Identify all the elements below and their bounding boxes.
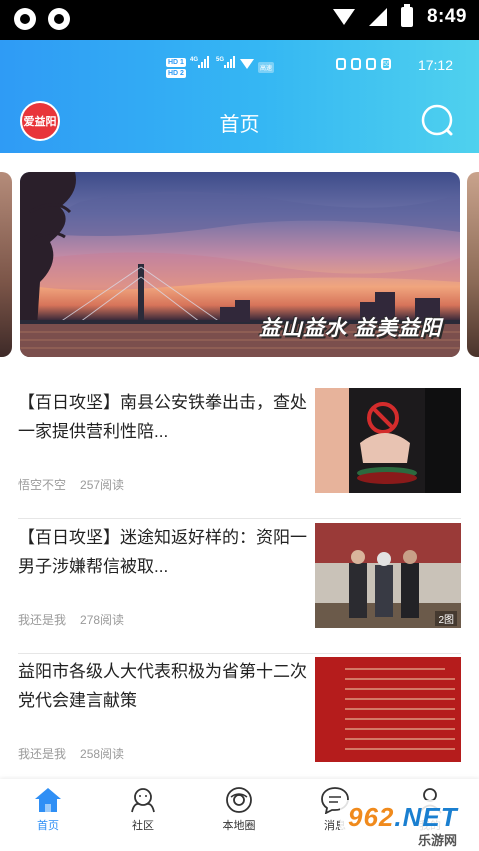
news-thumbnail[interactable] <box>315 657 461 762</box>
news-divider <box>18 653 461 654</box>
inner-status-bar: HD 1 HD 2 4G 5G 高速 55 17:12 <box>0 52 479 78</box>
page-title: 首页 <box>219 114 260 136</box>
sim1-badge: HD 1 <box>166 58 186 67</box>
wifi-icon <box>240 59 254 69</box>
alarm-icon <box>336 58 346 70</box>
news-meta: 悟空不空 257阅读 <box>18 476 124 493</box>
watermark-main: 962.NET <box>348 802 458 833</box>
watermark-sub: 乐游网 <box>418 833 458 848</box>
community-icon <box>131 788 155 813</box>
tab-label: 首页 <box>37 820 59 832</box>
system-status-bar: 8:49 <box>0 0 479 40</box>
status-time: 8:49 <box>426 6 467 27</box>
battery-icon <box>400 4 413 27</box>
inner-system-icons: 55 <box>336 58 391 70</box>
news-thumbnail[interactable] <box>315 388 461 493</box>
news-author: 我还是我 <box>18 747 67 761</box>
sync-icon <box>48 8 70 30</box>
home-icon <box>35 788 61 812</box>
watermark-suffix: .NET <box>394 802 458 832</box>
app-header: HD 1 HD 2 4G 5G 高速 55 17:12 爱益阳 首页 <box>0 40 479 153</box>
news-divider <box>18 518 461 519</box>
news-reads: 258阅读 <box>80 747 125 761</box>
news-meta: 我还是我 278阅读 <box>18 611 124 628</box>
inner-time: 17:12 <box>417 57 453 73</box>
news-thumbnail[interactable]: 2图 <box>315 523 461 628</box>
cell-signal-icon <box>368 8 387 26</box>
bluetooth-icon <box>351 58 361 70</box>
banner-next-slide[interactable] <box>467 172 479 357</box>
sync-icon <box>14 8 36 30</box>
banner-caption: 益山益水 益美益阳 <box>259 317 442 340</box>
news-title[interactable]: 【百日攻坚】南县公安铁拳出击，查处一家提供营利性陪... <box>18 388 308 446</box>
image-count-badge: 2图 <box>435 611 457 626</box>
banner-slide[interactable]: 益山益水 益美益阳 <box>20 172 460 357</box>
tab-local-circle[interactable]: 本地圈 <box>199 784 279 844</box>
status-left-icons <box>14 8 70 30</box>
news-reads: 278阅读 <box>80 613 125 627</box>
news-reads: 257阅读 <box>80 478 125 492</box>
banner-prev-slide[interactable] <box>0 172 12 357</box>
watermark-prefix: 962 <box>348 802 395 832</box>
news-title[interactable]: 【百日攻坚】迷途知返好样的：资阳一男子涉嫌帮信被取... <box>18 523 308 581</box>
tab-home[interactable]: 首页 <box>8 784 88 844</box>
search-icon[interactable] <box>420 103 454 137</box>
tab-community[interactable]: 社区 <box>103 784 183 844</box>
news-item[interactable]: 益阳市各级人大代表积极为省第十二次党代会建言献策 我还是我 258阅读 <box>0 657 479 788</box>
news-item[interactable]: 【百日攻坚】南县公安铁拳出击，查处一家提供营利性陪... 悟空不空 257阅读 <box>0 388 479 519</box>
network-type-1: 4G <box>190 57 199 63</box>
wifi-speed-badge: 高速 <box>258 62 275 73</box>
local-circle-icon <box>226 787 252 813</box>
network-type-2: 5G <box>216 57 225 63</box>
news-author: 悟空不空 <box>18 478 67 492</box>
tab-label: 本地圈 <box>222 820 256 832</box>
tab-label: 社区 <box>132 820 154 832</box>
signal-bars-2-icon <box>224 56 235 68</box>
wifi-icon <box>332 9 355 25</box>
site-watermark: 962.NET 乐游网 <box>340 800 476 848</box>
status-right-icons: 8:49 <box>332 4 467 28</box>
inner-battery-icon: 55 <box>381 58 391 70</box>
news-item[interactable]: 【百日攻坚】迷途知返好样的：资阳一男子涉嫌帮信被取... 我还是我 278阅读 … <box>0 523 479 654</box>
news-meta: 我还是我 258阅读 <box>18 745 124 762</box>
news-title[interactable]: 益阳市各级人大代表积极为省第十二次党代会建言献策 <box>18 657 308 715</box>
sim-badges: HD 1 HD 2 <box>166 58 186 78</box>
sim2-badge: HD 2 <box>166 69 186 78</box>
vibrate-icon <box>366 58 376 70</box>
news-author: 我还是我 <box>18 613 67 627</box>
signal-bars-1-icon <box>198 56 209 68</box>
